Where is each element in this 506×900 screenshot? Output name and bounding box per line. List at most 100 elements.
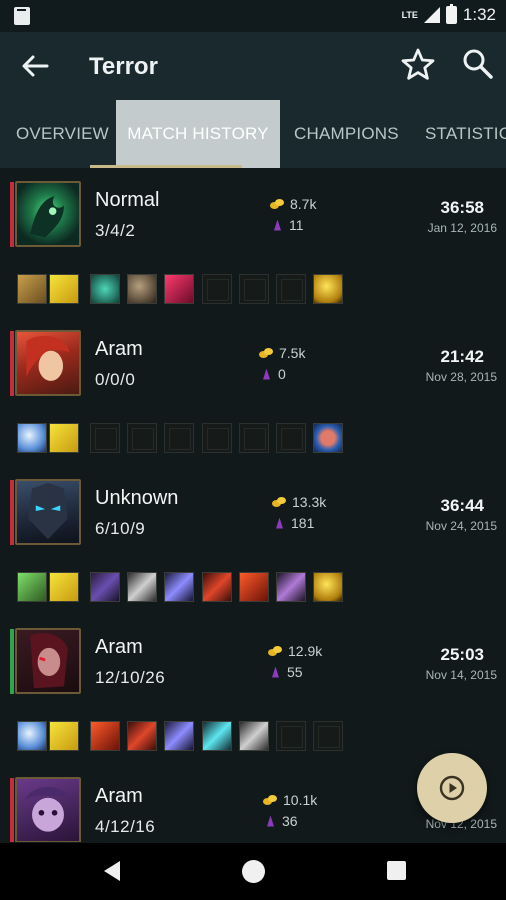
kda-score: 3/4/2 bbox=[95, 221, 136, 240]
jade-potion-icon bbox=[90, 274, 120, 304]
nav-home-icon[interactable] bbox=[242, 860, 265, 883]
result-bar-loss bbox=[10, 778, 14, 842]
cs-value: 181 bbox=[291, 515, 315, 531]
brain-icon bbox=[313, 423, 343, 453]
empty-slot bbox=[90, 423, 120, 453]
search-button[interactable] bbox=[460, 47, 496, 83]
favorite-button[interactable] bbox=[400, 47, 436, 83]
match-duration: 21:42 bbox=[440, 347, 484, 366]
kda-score: 12/10/26 bbox=[95, 668, 166, 687]
gold-value: 13.3k bbox=[292, 494, 327, 510]
empty-slot bbox=[276, 274, 306, 304]
empty-slot bbox=[276, 423, 306, 453]
snowball-icon bbox=[17, 423, 47, 453]
ward-icon bbox=[49, 721, 79, 751]
minion-icon bbox=[274, 219, 281, 231]
match-card[interactable]: Aram 12/10/26 12.9k 55 25:03 Nov 14, 201… bbox=[0, 615, 506, 763]
spear-icon bbox=[164, 721, 194, 751]
match-date: Nov 14, 2015 bbox=[425, 668, 497, 682]
axe-icon bbox=[127, 572, 157, 602]
notification-icon bbox=[14, 7, 30, 25]
empty-slot bbox=[202, 274, 232, 304]
result-bar-loss bbox=[10, 331, 14, 396]
gold-icon bbox=[259, 348, 273, 358]
match-list[interactable]: Normal 3/4/2 8.7k 11 36:58 Jan 12, 2016 … bbox=[0, 168, 506, 842]
play-fab-button[interactable] bbox=[417, 753, 487, 823]
game-mode: Unknown bbox=[95, 487, 179, 509]
spear-icon bbox=[164, 572, 194, 602]
signal-icon bbox=[423, 7, 440, 23]
gold-icon bbox=[272, 497, 286, 507]
poppy-icon bbox=[24, 786, 72, 832]
gold-value: 10.1k bbox=[283, 792, 318, 808]
tab-bar: OVERVIEW MATCH HISTORY CHAMPIONS STATIST… bbox=[0, 100, 506, 168]
gold-value: 7.5k bbox=[279, 345, 306, 361]
match-card[interactable]: Aram 0/0/0 7.5k 0 21:42 Nov 28, 2015 bbox=[0, 317, 506, 465]
akali-icon bbox=[30, 633, 68, 689]
champion-portrait[interactable] bbox=[15, 330, 81, 396]
network-type: LTE bbox=[401, 9, 418, 20]
app-bar: Terror bbox=[0, 32, 506, 100]
arrow-left-icon bbox=[22, 55, 49, 77]
thresh-icon bbox=[30, 196, 64, 238]
tab-match-history[interactable]: MATCH HISTORY bbox=[116, 100, 280, 168]
minion-icon bbox=[272, 666, 279, 678]
cs-value: 55 bbox=[287, 664, 303, 680]
match-card[interactable]: Normal 3/4/2 8.7k 11 36:58 Jan 12, 2016 bbox=[0, 168, 506, 316]
kassadin-icon bbox=[28, 482, 68, 540]
match-duration: 36:44 bbox=[440, 496, 484, 515]
cs-value: 0 bbox=[278, 366, 286, 382]
ward-icon bbox=[49, 423, 79, 453]
tab-statistics[interactable]: STATISTICS bbox=[425, 100, 506, 168]
katarina-icon bbox=[26, 335, 70, 381]
empty-slot bbox=[127, 423, 157, 453]
minion-icon bbox=[263, 368, 270, 380]
dagger-icon bbox=[276, 572, 306, 602]
hammer-icon bbox=[127, 721, 157, 751]
kda-score: 4/12/16 bbox=[95, 817, 156, 836]
trinket-icon bbox=[313, 274, 343, 304]
game-mode: Aram bbox=[95, 636, 143, 658]
empty-slot bbox=[202, 423, 232, 453]
axe-icon bbox=[239, 721, 269, 751]
nav-back-icon[interactable] bbox=[102, 860, 122, 882]
gold-icon bbox=[268, 646, 282, 656]
gold-icon bbox=[270, 199, 284, 209]
empty-slot bbox=[313, 721, 343, 751]
minion-icon bbox=[276, 517, 283, 529]
game-mode: Aram bbox=[95, 338, 143, 360]
nav-recents-icon[interactable] bbox=[387, 861, 406, 880]
game-mode: Normal bbox=[95, 189, 160, 211]
star-outline-icon bbox=[401, 48, 435, 80]
match-card[interactable]: Unknown 6/10/9 13.3k 181 36:44 Nov 24, 2… bbox=[0, 466, 506, 614]
champion-portrait[interactable] bbox=[15, 181, 81, 247]
empty-slot bbox=[239, 423, 269, 453]
trinket-icon bbox=[313, 572, 343, 602]
spell-icon bbox=[17, 572, 47, 602]
staff-icon bbox=[202, 721, 232, 751]
search-icon bbox=[463, 49, 493, 79]
result-bar-loss bbox=[10, 182, 14, 247]
champion-portrait[interactable] bbox=[15, 777, 81, 842]
match-duration: 36:58 bbox=[440, 198, 484, 217]
page-title: Terror bbox=[89, 53, 158, 80]
gold-value: 8.7k bbox=[290, 196, 317, 212]
champion-portrait[interactable] bbox=[15, 628, 81, 694]
crystal-icon bbox=[164, 274, 194, 304]
match-date: Nov 24, 2015 bbox=[425, 519, 497, 533]
status-bar: LTE 1:32 bbox=[0, 0, 506, 32]
back-button[interactable] bbox=[18, 50, 52, 82]
match-date: Jan 12, 2016 bbox=[427, 221, 497, 235]
blade-icon bbox=[239, 572, 269, 602]
result-bar-loss bbox=[10, 480, 14, 545]
cs-value: 36 bbox=[282, 813, 298, 829]
sword-icon bbox=[90, 572, 120, 602]
snowball-icon bbox=[17, 721, 47, 751]
tab-overview[interactable]: OVERVIEW bbox=[16, 100, 109, 168]
game-mode: Aram bbox=[95, 785, 143, 807]
champion-portrait[interactable] bbox=[15, 479, 81, 545]
match-duration: 25:03 bbox=[440, 645, 484, 664]
tab-champions[interactable]: CHAMPIONS bbox=[294, 100, 399, 168]
spell-icon bbox=[17, 274, 47, 304]
kda-score: 0/0/0 bbox=[95, 370, 136, 389]
